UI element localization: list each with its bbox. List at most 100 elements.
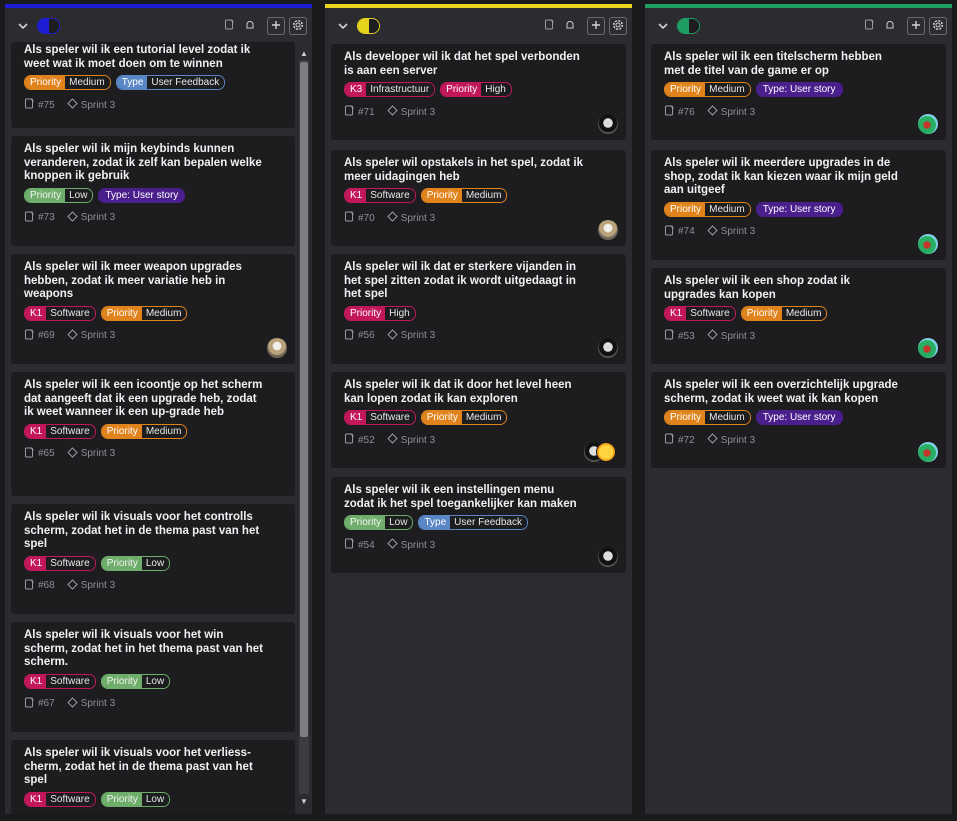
assignee-avatar[interactable] bbox=[918, 114, 938, 134]
label-priority[interactable]: Priority Low bbox=[100, 791, 171, 807]
issue-card[interactable]: Als speler wil ik dat ik door het level … bbox=[331, 372, 626, 468]
issue-title[interactable]: Als speler wil ik een icoontje op het sc… bbox=[24, 379, 264, 420]
label-priority[interactable]: Priority Medium bbox=[420, 188, 508, 203]
issue-number[interactable]: #65 bbox=[24, 447, 55, 461]
issue-number[interactable]: #70 bbox=[344, 211, 375, 225]
label-k1[interactable]: K1 Software bbox=[24, 305, 96, 321]
assignee-avatar[interactable] bbox=[918, 234, 938, 254]
sprint[interactable]: Sprint 3 bbox=[386, 328, 435, 343]
label-k1[interactable]: K1 Software bbox=[24, 673, 96, 689]
add-item-button[interactable] bbox=[907, 17, 925, 35]
issue-number[interactable]: #52 bbox=[344, 433, 375, 447]
collapse-chevron-icon[interactable] bbox=[655, 18, 671, 34]
issue-card[interactable]: Als speler wil ik meerdere upgrades in d… bbox=[651, 150, 946, 260]
issue-card[interactable]: Als speler wil ik een icoontje op het sc… bbox=[11, 372, 295, 496]
assignee-avatar[interactable] bbox=[918, 442, 938, 462]
issue-number[interactable]: #75 bbox=[24, 98, 55, 112]
scroll-thumb[interactable] bbox=[300, 62, 308, 737]
sprint[interactable]: Sprint 3 bbox=[386, 433, 435, 447]
label-priority[interactable]: Priority Medium bbox=[664, 82, 751, 97]
label-k1[interactable]: K1 Software bbox=[24, 791, 96, 807]
issue-card[interactable]: Als speler wil ik visuals voor het contr… bbox=[11, 504, 295, 614]
label-type[interactable]: Type: User story bbox=[98, 187, 186, 203]
issue-title[interactable]: Als speler wil ik dat ik door het level … bbox=[344, 379, 584, 406]
issue-title[interactable]: Als speler wil ik visuals voor het win s… bbox=[24, 629, 264, 670]
sprint[interactable]: Sprint 3 bbox=[386, 105, 435, 119]
issue-title[interactable]: Als speler wil ik dat er sterkere vijand… bbox=[344, 261, 584, 302]
issue-number[interactable]: #72 bbox=[664, 433, 695, 447]
label-priority[interactable]: Priority Low bbox=[344, 515, 414, 530]
label-type[interactable]: Type: User story bbox=[755, 201, 843, 217]
label-type[interactable]: Type User Feedback bbox=[115, 75, 226, 90]
issue-title[interactable]: Als developer wil ik dat het spel verbon… bbox=[344, 51, 584, 78]
scroll-track[interactable] bbox=[299, 60, 309, 794]
label-priority[interactable]: Priority Medium bbox=[420, 410, 508, 425]
label-priority[interactable]: Priority Medium bbox=[100, 423, 188, 439]
issue-card[interactable]: Als speler wil ik mijn keybinds kunnen v… bbox=[11, 136, 295, 246]
sprint[interactable]: Sprint 3 bbox=[706, 433, 755, 447]
issue-number[interactable]: #56 bbox=[344, 329, 375, 343]
issue-card[interactable]: Als speler wil opstakels in het spel, zo… bbox=[331, 150, 626, 246]
issue-title[interactable]: Als speler wil opstakels in het spel, zo… bbox=[344, 157, 584, 184]
label-priority[interactable]: Priority Medium bbox=[100, 305, 188, 321]
label-k1[interactable]: K1 Software bbox=[344, 188, 416, 203]
issue-title[interactable]: Als speler wil ik meerdere upgrades in d… bbox=[664, 157, 904, 198]
label-k1[interactable]: K1 Software bbox=[344, 410, 416, 425]
label-type[interactable]: Type: User story bbox=[755, 410, 843, 425]
add-item-button[interactable] bbox=[587, 17, 605, 35]
issue-title[interactable]: Als speler wil ik een titelscherm hebben… bbox=[664, 51, 904, 78]
issue-number[interactable]: #71 bbox=[344, 105, 375, 119]
issue-card[interactable]: Als speler wil ik een shop zodat ik upgr… bbox=[651, 268, 946, 364]
sprint[interactable]: Sprint 3 bbox=[386, 538, 435, 552]
column-scrollbar[interactable]: ▲ ▼ bbox=[299, 48, 309, 806]
issue-card[interactable]: Als speler wil ik dat er sterkere vijand… bbox=[331, 254, 626, 364]
column-settings-button[interactable] bbox=[289, 17, 307, 35]
add-item-button[interactable] bbox=[267, 17, 285, 35]
issue-number[interactable]: #54 bbox=[344, 538, 375, 552]
issue-title[interactable]: Als speler wil ik een tutorial level zod… bbox=[24, 44, 264, 71]
issue-title[interactable]: Als speler wil ik visuals voor het verli… bbox=[24, 747, 264, 788]
sprint[interactable]: Sprint 3 bbox=[706, 105, 755, 119]
label-priority[interactable]: Priority High bbox=[344, 305, 416, 321]
scroll-down-arrow-icon[interactable]: ▼ bbox=[299, 796, 309, 806]
issue-number[interactable]: #53 bbox=[664, 329, 695, 343]
issue-title[interactable]: Als speler wil ik meer weapon upgrades h… bbox=[24, 261, 264, 302]
assignee-avatar[interactable] bbox=[598, 220, 618, 240]
label-priority[interactable]: Priority Medium bbox=[740, 306, 828, 321]
issue-number[interactable]: #76 bbox=[664, 105, 695, 119]
assignee-avatar[interactable] bbox=[598, 338, 618, 358]
emoji-avatar[interactable] bbox=[596, 442, 616, 462]
column-settings-button[interactable] bbox=[609, 17, 627, 35]
label-type[interactable]: Type User Feedback bbox=[418, 515, 528, 530]
issue-title[interactable]: Als speler wil ik mijn keybinds kunnen v… bbox=[24, 143, 264, 184]
sprint[interactable]: Sprint 3 bbox=[66, 696, 115, 711]
issue-number[interactable]: #69 bbox=[24, 329, 55, 343]
issue-title[interactable]: Als speler wil ik een overzichtelijk upg… bbox=[664, 379, 904, 406]
label-priority[interactable]: Priority Medium bbox=[664, 201, 751, 217]
issue-card[interactable]: Als speler wil ik meer weapon upgrades h… bbox=[11, 254, 295, 364]
label-k1[interactable]: K1 Software bbox=[664, 306, 736, 321]
assignee-avatar[interactable] bbox=[598, 547, 618, 567]
label-type[interactable]: Type: User story bbox=[755, 82, 843, 97]
sprint[interactable]: Sprint 3 bbox=[66, 98, 115, 112]
issue-card[interactable]: Als speler wil ik een tutorial level zod… bbox=[11, 42, 295, 128]
issue-card[interactable]: Als speler wil ik een overzichtelijk upg… bbox=[651, 372, 946, 468]
issue-card[interactable]: Als speler wil ik een instellingen menu … bbox=[331, 477, 626, 573]
sprint[interactable]: Sprint 3 bbox=[66, 446, 115, 461]
assignee-avatar[interactable] bbox=[918, 338, 938, 358]
label-priority[interactable]: Priority Low bbox=[24, 187, 94, 203]
sprint[interactable]: Sprint 3 bbox=[66, 328, 115, 343]
issue-title[interactable]: Als speler wil ik een shop zodat ik upgr… bbox=[664, 275, 904, 302]
label-priority[interactable]: Priority High bbox=[440, 82, 512, 97]
sprint[interactable]: Sprint 3 bbox=[66, 210, 115, 225]
label-priority[interactable]: Priority Low bbox=[100, 673, 171, 689]
label-k1[interactable]: K1 Software bbox=[24, 423, 96, 439]
collapse-chevron-icon[interactable] bbox=[15, 18, 31, 34]
sprint[interactable]: Sprint 3 bbox=[706, 224, 755, 239]
issue-number[interactable]: #74 bbox=[664, 225, 695, 239]
issue-title[interactable]: Als speler wil ik een instellingen menu … bbox=[344, 484, 584, 511]
collapse-chevron-icon[interactable] bbox=[335, 18, 351, 34]
assignee-avatars[interactable] bbox=[584, 442, 618, 462]
issue-card[interactable]: Als speler wil ik een titelscherm hebben… bbox=[651, 44, 946, 140]
issue-number[interactable]: #67 bbox=[24, 697, 55, 711]
